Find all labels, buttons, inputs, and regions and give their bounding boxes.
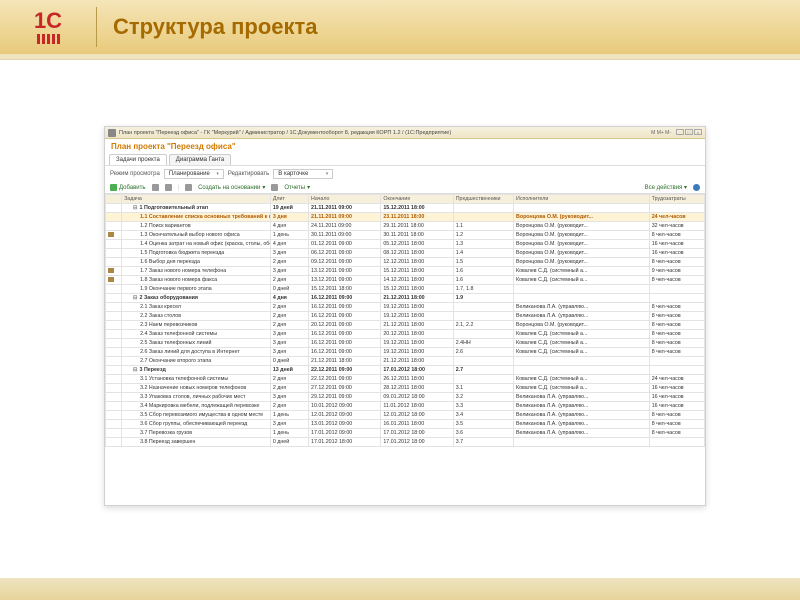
- create-based-button[interactable]: Создать на основании ▾: [198, 184, 265, 191]
- table-row[interactable]: 1.9 Окончание первого этапа0 дней15.12.2…: [106, 285, 705, 294]
- table-row[interactable]: 1.1 Составление списка основных требован…: [106, 213, 705, 222]
- grid-header-row: Задача Длит Начало Окончание Предшествен…: [106, 195, 705, 204]
- logo-1c: 1C: [18, 5, 78, 49]
- table-row[interactable]: 1.8 Заказ нового номера факса2 дня13.12.…: [106, 276, 705, 285]
- edit-mode-select[interactable]: В карточке: [273, 169, 333, 179]
- tasks-grid[interactable]: Задача Длит Начало Окончание Предшествен…: [105, 194, 705, 447]
- refresh-icon[interactable]: [185, 184, 192, 191]
- tab-tasks[interactable]: Задачи проекта: [109, 154, 167, 165]
- memory-buttons[interactable]: M M+ M-: [651, 130, 671, 136]
- tabs: Задачи проекта Диаграмма Ганта: [105, 154, 705, 166]
- reports-button[interactable]: Отчеты ▾: [284, 184, 310, 191]
- edit-icon[interactable]: [152, 184, 159, 191]
- view-mode-select[interactable]: Планирование: [164, 169, 224, 179]
- table-row[interactable]: 2.3 Наем перевозчиков2 дня20.12.2011 09:…: [106, 321, 705, 330]
- edit-mode-label: Редактировать: [228, 171, 269, 177]
- plus-icon: [110, 184, 117, 191]
- table-row[interactable]: 1.4 Оценка затрат на новый офис (краска,…: [106, 240, 705, 249]
- table-row[interactable]: 2.1 Заказ кресел2 дня16.12.2011 09:0019.…: [106, 303, 705, 312]
- document-title: План проекта "Переезд офиса": [105, 139, 705, 154]
- col-pred[interactable]: Предшественники: [453, 195, 513, 204]
- table-row[interactable]: 3.5 Сбор перевозимого имущества в одном …: [106, 411, 705, 420]
- table-row[interactable]: 3.2 Назначение новых номеров телефонов2 …: [106, 384, 705, 393]
- table-row[interactable]: 1.6 Выбор дня переезда2 дня09.12.2011 09…: [106, 258, 705, 267]
- window-icon: [108, 129, 116, 137]
- table-row[interactable]: 1.3 Окончательный выбор нового офиса1 де…: [106, 231, 705, 240]
- slide-title: Структура проекта: [113, 14, 318, 40]
- slide-footer: [0, 578, 800, 600]
- expander-icon[interactable]: ⊟: [132, 367, 138, 373]
- view-mode-label: Режим просмотра: [110, 171, 160, 177]
- table-row[interactable]: 2.6 Заказ линий для доступа в Интернет3 …: [106, 348, 705, 357]
- table-row[interactable]: 3.3 Упаковка столов, личных рабочих мест…: [106, 393, 705, 402]
- table-row[interactable]: 1.2 Поиск вариантов4 дня24.11.2011 09:00…: [106, 222, 705, 231]
- table-row[interactable]: ⊟ 3 Переезд13 дней22.12.2011 09:0017.01.…: [106, 366, 705, 375]
- table-row[interactable]: 3.8 Переезд завершен0 дней17.01.2012 18:…: [106, 438, 705, 447]
- table-row[interactable]: 2.4 Заказ телефонной системы3 дня16.12.2…: [106, 330, 705, 339]
- table-row[interactable]: ⊟ 2 Заказ оборудования4 дня16.12.2011 09…: [106, 294, 705, 303]
- delete-icon[interactable]: [165, 184, 172, 191]
- app-window: План проекта "Переезд офиса" - ГК "Мерку…: [104, 126, 706, 506]
- window-title: План проекта "Переезд офиса" - ГК "Мерку…: [119, 130, 451, 136]
- task-marker-icon: [108, 268, 114, 273]
- all-actions-button[interactable]: Все действия ▾: [645, 184, 687, 191]
- add-button[interactable]: Добавить: [110, 184, 146, 191]
- tab-gantt[interactable]: Диаграмма Ганта: [169, 154, 231, 165]
- view-params: Режим просмотра Планирование Редактирова…: [105, 166, 705, 182]
- slide-header: 1C Структура проекта: [0, 0, 800, 54]
- table-row[interactable]: 3.1 Установка телефонной системы2 дня22.…: [106, 375, 705, 384]
- expander-icon[interactable]: ⊟: [132, 295, 138, 301]
- app-titlebar[interactable]: План проекта "Переезд офиса" - ГК "Мерку…: [105, 127, 705, 139]
- print-icon[interactable]: [271, 184, 278, 191]
- col-exec[interactable]: Исполнители: [514, 195, 650, 204]
- task-marker-icon: [108, 232, 114, 237]
- col-dur[interactable]: Длит: [270, 195, 308, 204]
- col-end[interactable]: Окончание: [381, 195, 453, 204]
- table-row[interactable]: 1.7 Заказ нового номера телефона3 дня13.…: [106, 267, 705, 276]
- table-row[interactable]: ⊟ 1 Подготовительный этап19 дней21.11.20…: [106, 204, 705, 213]
- expander-icon[interactable]: ⊟: [132, 205, 138, 211]
- col-lab[interactable]: Трудозатраты: [649, 195, 704, 204]
- table-row[interactable]: 2.5 Заказ телефонных линий3 дня16.12.201…: [106, 339, 705, 348]
- table-row[interactable]: 2.2 Заказ столов2 дня16.12.2011 09:0019.…: [106, 312, 705, 321]
- col-start[interactable]: Начало: [309, 195, 381, 204]
- table-row[interactable]: 2.7 Окончание второго этапа0 дней21.12.2…: [106, 357, 705, 366]
- toolbar: Добавить | Создать на основании ▾ Отчеты…: [105, 182, 705, 194]
- table-row[interactable]: 3.4 Маркировка мебели, подлежащей перево…: [106, 402, 705, 411]
- table-row[interactable]: 3.6 Сбор группы, обеспечивающей переезд3…: [106, 420, 705, 429]
- table-row[interactable]: 1.5 Подготовка бюджета переезда3 дня06.1…: [106, 249, 705, 258]
- help-icon[interactable]: [693, 184, 700, 191]
- col-task[interactable]: Задача: [122, 195, 271, 204]
- table-row[interactable]: 3.7 Перевозка грузов1 день17.01.2012 09:…: [106, 429, 705, 438]
- task-marker-icon: [108, 277, 114, 282]
- window-controls[interactable]: _□×: [675, 129, 702, 136]
